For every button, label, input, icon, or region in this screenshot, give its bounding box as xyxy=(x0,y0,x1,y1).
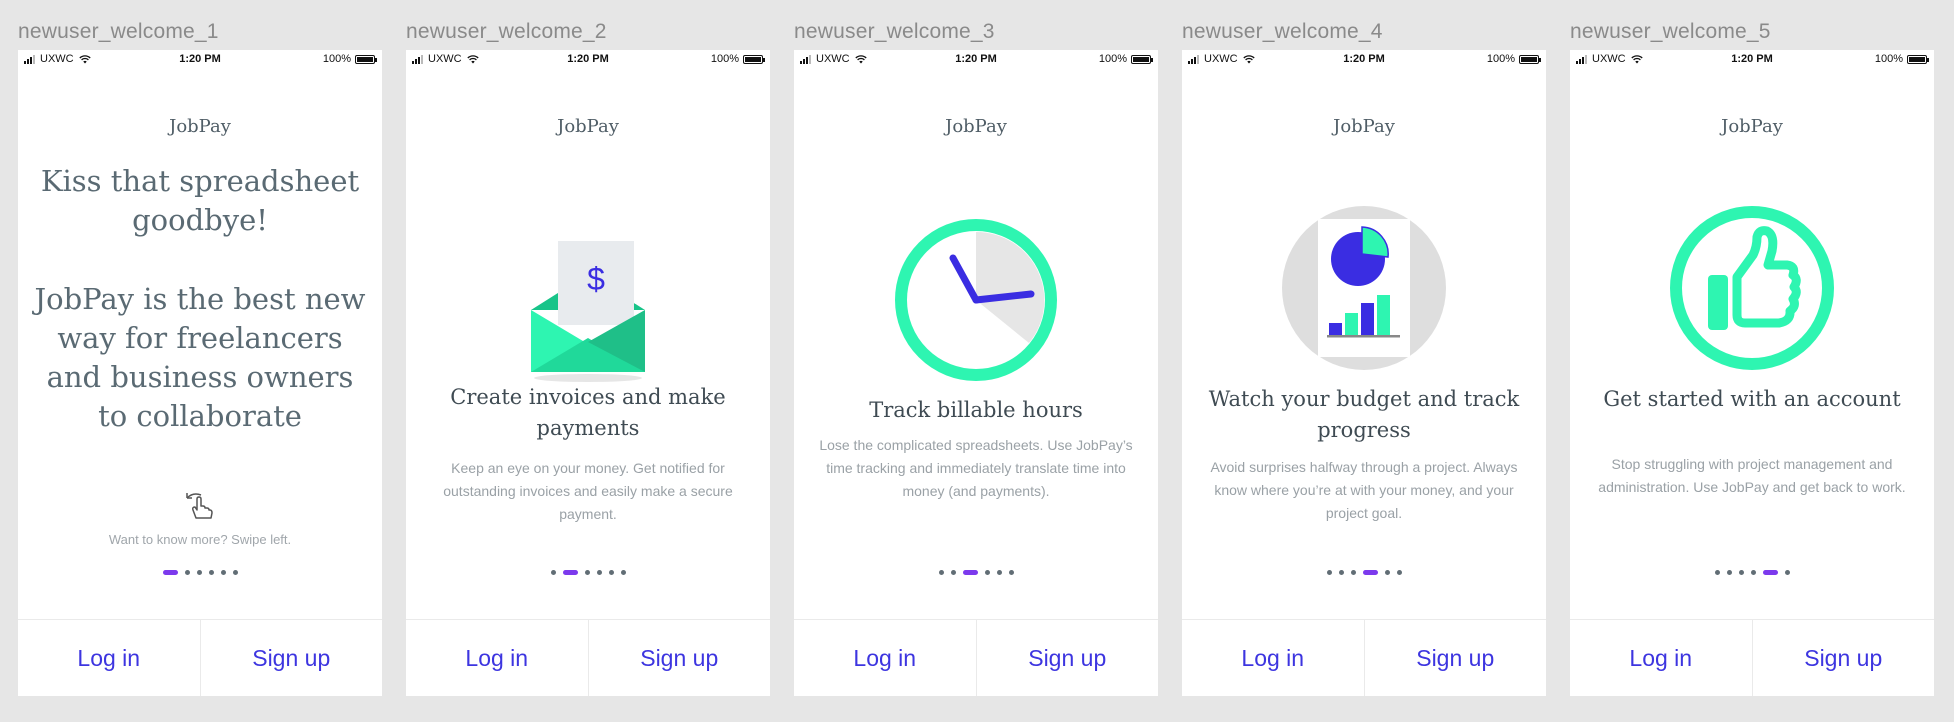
phone-screen: UXWC 1:20 PM 100% JobPay Kiss that sprea… xyxy=(18,50,382,696)
svg-text:$: $ xyxy=(587,261,605,297)
slide-title: Get started with an account xyxy=(1603,387,1901,411)
status-bar: UXWC 1:20 PM 100% xyxy=(1570,50,1934,68)
page-dot[interactable] xyxy=(1350,570,1356,575)
page-dot[interactable] xyxy=(550,570,556,575)
page-dot[interactable] xyxy=(184,570,190,575)
page-dot[interactable] xyxy=(208,570,214,575)
auth-footer: Log in Sign up xyxy=(1570,619,1934,696)
phone-screen: UXWC 1:20 PM 100% JobPay $ Create invoic… xyxy=(406,50,770,696)
page-indicator[interactable] xyxy=(18,570,382,575)
login-button[interactable]: Log in xyxy=(18,620,200,696)
swipe-hand-icon xyxy=(186,493,213,519)
battery-percent: 100% xyxy=(710,53,739,65)
battery-icon xyxy=(1907,54,1929,64)
brand-logo: JobPay xyxy=(169,116,231,137)
artboard-label: newuser_welcome_4 xyxy=(1182,20,1383,43)
page-dot[interactable] xyxy=(938,570,944,575)
slide-title: Watch your budget and track progress xyxy=(1208,387,1520,442)
page-indicator[interactable] xyxy=(406,570,770,575)
artboard-label: newuser_welcome_1 xyxy=(18,20,219,43)
page-dot[interactable] xyxy=(596,570,602,575)
page-dot[interactable] xyxy=(220,570,226,575)
login-button[interactable]: Log in xyxy=(406,620,588,696)
signup-button[interactable]: Sign up xyxy=(1751,620,1935,696)
slide-title: Track billable hours xyxy=(869,398,1083,422)
slide-title: Create invoices and make payments xyxy=(450,385,726,440)
auth-footer: Log in Sign up xyxy=(406,619,770,696)
phone-screen: UXWC 1:20 PM 100% JobPay Track billable … xyxy=(794,50,1158,696)
subheadline: JobPay is the best new way for freelance… xyxy=(34,282,366,433)
invoice-envelope-icon: $ xyxy=(531,241,645,382)
page-dot[interactable] xyxy=(1396,570,1402,575)
slide-description: Stop struggling with project management … xyxy=(1598,456,1906,495)
auth-footer: Log in Sign up xyxy=(1182,619,1546,696)
page-dot[interactable] xyxy=(1726,570,1732,575)
battery-icon xyxy=(1519,54,1541,64)
page-indicator[interactable] xyxy=(1570,570,1934,575)
signup-button[interactable]: Sign up xyxy=(199,620,383,696)
page-dot[interactable] xyxy=(996,570,1002,575)
battery-icon xyxy=(743,54,765,64)
signup-button[interactable]: Sign up xyxy=(587,620,771,696)
signup-button[interactable]: Sign up xyxy=(1363,620,1547,696)
battery-percent: 100% xyxy=(1874,53,1903,65)
page-dot[interactable] xyxy=(984,570,990,575)
page-dot[interactable] xyxy=(1338,570,1344,575)
battery-icon xyxy=(1131,54,1153,64)
brand-logo: JobPay xyxy=(1721,116,1783,137)
page-dot[interactable] xyxy=(962,570,978,575)
page-dot[interactable] xyxy=(1362,570,1378,575)
page-dot[interactable] xyxy=(562,570,578,575)
status-bar: UXWC 1:20 PM 100% xyxy=(18,50,382,68)
status-bar: UXWC 1:20 PM 100% xyxy=(406,50,770,68)
phone-screen: UXWC 1:20 PM 100% JobPay Get started wit… xyxy=(1570,50,1934,696)
page-dot[interactable] xyxy=(196,570,202,575)
brand-logo: JobPay xyxy=(1333,116,1395,137)
page-dot[interactable] xyxy=(1326,570,1332,575)
page-dot[interactable] xyxy=(584,570,590,575)
auth-footer: Log in Sign up xyxy=(794,619,1158,696)
brand-logo: JobPay xyxy=(945,116,1007,137)
phone-screen: UXWC 1:20 PM 100% JobPay Watch your budg… xyxy=(1182,50,1546,696)
slide-description: Lose the complicated spreadsheets. Use J… xyxy=(819,437,1133,499)
auth-footer: Log in Sign up xyxy=(18,619,382,696)
login-button[interactable]: Log in xyxy=(1570,620,1752,696)
page-dot[interactable] xyxy=(1784,570,1790,575)
page-dot[interactable] xyxy=(232,570,238,575)
clock-icon xyxy=(895,219,1057,381)
page-dot[interactable] xyxy=(1738,570,1744,575)
artboard-label: newuser_welcome_2 xyxy=(406,20,607,43)
artboard-label: newuser_welcome_3 xyxy=(794,20,995,43)
battery-percent: 100% xyxy=(322,53,351,65)
login-button[interactable]: Log in xyxy=(1182,620,1364,696)
page-dot[interactable] xyxy=(1384,570,1390,575)
page-indicator[interactable] xyxy=(794,570,1158,575)
page-dot[interactable] xyxy=(1762,570,1778,575)
artboard-label: newuser_welcome_5 xyxy=(1570,20,1771,43)
headline: Kiss that spreadsheet goodbye! xyxy=(40,164,360,237)
status-bar: UXWC 1:20 PM 100% xyxy=(1182,50,1546,68)
swipe-hint: Want to know more? Swipe left. xyxy=(108,532,292,547)
slide-description: Keep an eye on your money. Get notified … xyxy=(443,460,733,522)
brand-logo: JobPay xyxy=(557,116,619,137)
page-dot[interactable] xyxy=(620,570,626,575)
status-bar: UXWC 1:20 PM 100% xyxy=(794,50,1158,68)
battery-percent: 100% xyxy=(1486,53,1515,65)
page-indicator[interactable] xyxy=(1182,570,1546,575)
page-dot[interactable] xyxy=(608,570,614,575)
page-dot[interactable] xyxy=(162,570,178,575)
battery-percent: 100% xyxy=(1098,53,1127,65)
thumbs-up-icon xyxy=(1670,206,1834,370)
login-button[interactable]: Log in xyxy=(794,620,976,696)
page-dot[interactable] xyxy=(950,570,956,575)
page-dot[interactable] xyxy=(1750,570,1756,575)
battery-icon xyxy=(355,54,377,64)
page-dot[interactable] xyxy=(1714,570,1720,575)
budget-chart-icon xyxy=(1282,206,1446,370)
page-dot[interactable] xyxy=(1008,570,1014,575)
signup-button[interactable]: Sign up xyxy=(975,620,1159,696)
slide-description: Avoid surprises halfway through a projec… xyxy=(1210,459,1518,521)
